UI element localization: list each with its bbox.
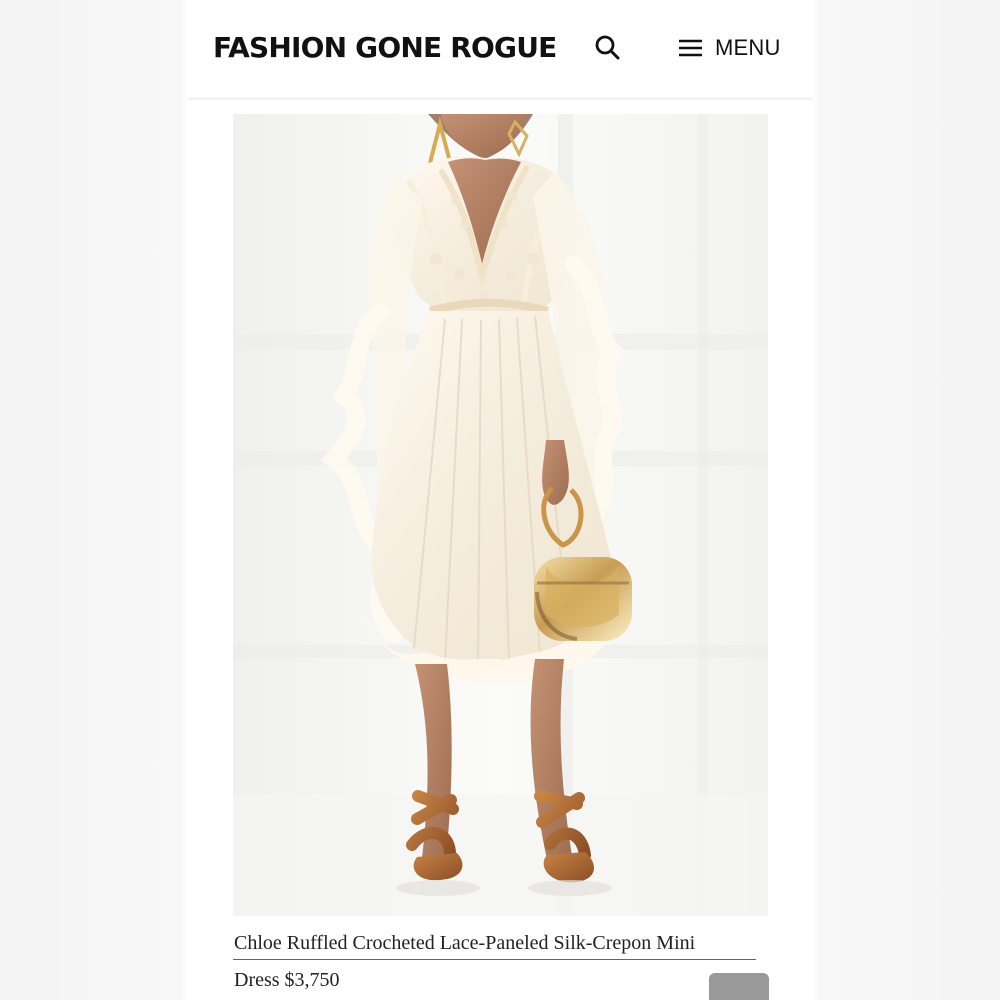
hamburger-menu-icon	[679, 39, 702, 57]
dress-model-photo	[233, 114, 768, 916]
site-logo[interactable]: FASHION GONE ROGUE	[213, 31, 557, 64]
mobile-webpage: FASHION GONE ROGUE MENU Chloe Ruffled Cr…	[189, 0, 812, 1000]
search-icon	[595, 35, 620, 60]
site-header: FASHION GONE ROGUE MENU	[189, 0, 812, 99]
search-button[interactable]	[591, 31, 625, 65]
product-image[interactable]	[233, 114, 768, 916]
scroll-to-top-button[interactable]	[709, 973, 769, 1000]
product-price-line[interactable]: Dress $3,750	[234, 965, 340, 995]
menu-button[interactable]: MENU	[678, 30, 786, 66]
menu-label: MENU	[715, 35, 781, 60]
product-link-underline	[233, 959, 756, 960]
screenshot-page: FASHION GONE ROGUE MENU Chloe Ruffled Cr…	[0, 0, 1000, 1000]
product-title-line[interactable]: Chloe Ruffled Crocheted Lace-Paneled Sil…	[234, 928, 769, 958]
